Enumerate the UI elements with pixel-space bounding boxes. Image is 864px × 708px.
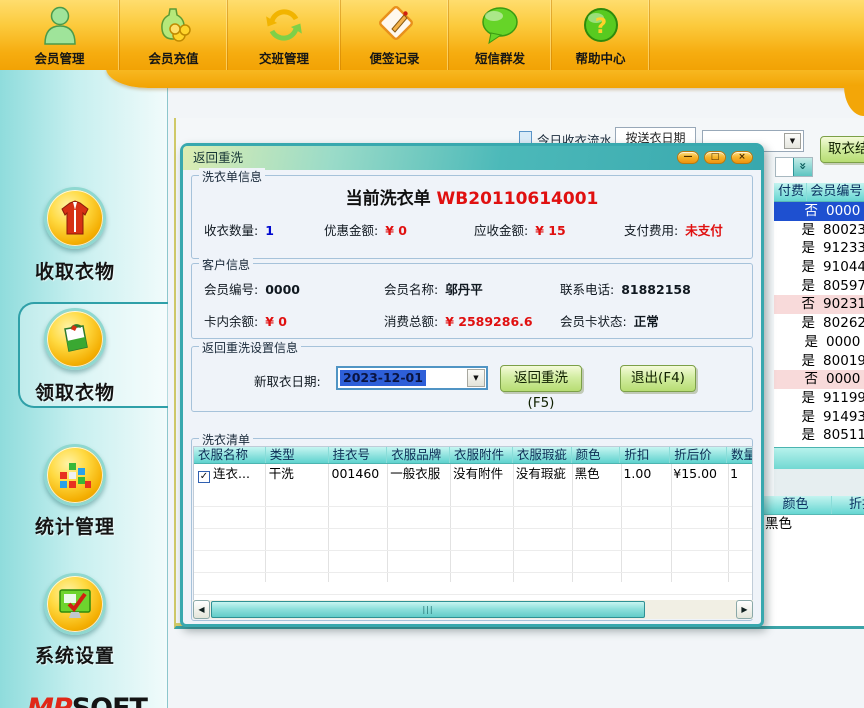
notes-icon [341,3,448,47]
new-pickup-date-label: 新取衣日期: [254,371,321,390]
table-row[interactable]: 是80597 [774,277,864,296]
table-row[interactable]: 是91199 [774,389,864,408]
table-row[interactable]: 是80023 [774,221,864,240]
sms-icon [449,3,551,47]
receive-clothes-icon[interactable] [44,187,106,249]
table-row[interactable]: 是80019 [774,352,864,371]
sidebar: 收取衣物 领取衣物 统计管理 [0,70,168,708]
stats-icon[interactable] [44,444,106,506]
recharge-icon [120,3,227,47]
sidebar-item-system-settings[interactable]: 系统设置 [0,641,150,668]
new-pickup-date-combobox[interactable]: 2023-12-01 ▼ [336,366,488,390]
table-row[interactable]: 是91233 [774,239,864,258]
table-row[interactable]: 否0000 [774,202,864,221]
member-icon [0,3,119,47]
items-table-header: 颜色 折扣 [760,496,864,515]
card-balance-field: 卡内余额:¥ 0 [204,311,287,330]
items-table: 颜色 折扣 黑色 [760,496,864,534]
discount-amount-field: 优惠金额:¥ 0 [324,220,407,239]
member-name-field: 会员名称:邬丹平 [384,279,483,298]
row-checkbox[interactable]: ✓ [198,471,210,483]
toolbar-item-member-manage[interactable]: 会员管理 [0,0,120,70]
redo-wash-button[interactable]: 返回重洗(F5) [500,365,582,392]
redo-settings-group: 返回重洗设置信息 新取衣日期: 2023-12-01 ▼ 返回重洗(F5) 退出… [191,346,753,412]
toolbar-item-member-recharge[interactable]: 会员充值 [120,0,228,70]
pickup-clothes-icon[interactable] [44,308,106,370]
orders-table-header: 付费 会员编号 [774,183,864,202]
settle-pickup-button[interactable]: 取衣结单 [820,136,864,163]
double-chevron-icon[interactable]: » [793,158,812,176]
section-gap [774,469,864,496]
table-row[interactable]: 是91044 [774,258,864,277]
exit-button[interactable]: 退出(F4) [620,365,696,392]
laundry-item-row[interactable]: ✓连衣... 干洗 001460 一般衣服 没有附件 没有瑕疵 黑色 1.00 … [194,464,752,484]
table-row[interactable]: 是91493 [774,408,864,427]
order-info-group: 洗衣单信息 当前洗衣单 WB20110614001 收衣数量:1 优惠金额:¥ … [191,175,753,259]
date-value-selected[interactable]: 2023-12-01 [340,370,426,386]
chevron-down-icon[interactable]: ▼ [784,133,801,149]
sidebar-item-pickup-clothes[interactable]: 领取衣物 [0,378,150,405]
help-icon: ? [552,3,649,47]
table-row[interactable]: 否90231 [774,295,864,314]
receive-count-field: 收衣数量:1 [204,220,274,239]
maximize-button[interactable]: □ [704,151,726,164]
orders-table: 付费 会员编号 否0000 是80023 是91233 是91044 是8059… [774,183,864,464]
table-row[interactable]: 是0000 [774,333,864,352]
sidebar-item-stats-manage[interactable]: 统计管理 [0,512,150,539]
toolbar-band [106,68,864,88]
current-order-heading: 当前洗衣单 WB20110614001 [192,184,752,209]
orders-summary-band [774,447,864,469]
table-row[interactable]: 黑色 [760,515,864,534]
settings-icon[interactable] [44,573,106,635]
date-spinner[interactable]: » [775,157,813,177]
laundry-table: 衣服名称 类型 挂衣号 衣服品牌 衣服附件 衣服瑕疵 颜色 折扣 折后价 数量 … [193,446,753,603]
customer-info-group: 客户信息 会员编号:0000 会员名称:邬丹平 联系电话:81882158 卡内… [191,263,753,339]
scroll-right-icon[interactable]: ▶ [736,600,753,619]
toolbar-item-shift-manage[interactable]: 交班管理 [228,0,341,70]
order-number: WB20110614001 [437,189,599,209]
minimize-button[interactable]: — [677,151,699,164]
card-status-field: 会员卡状态:正常 [560,311,659,330]
redo-wash-dialog: 返回重洗 — □ × 洗衣单信息 当前洗衣单 WB20110614001 收衣数… [180,143,764,627]
shift-icon [228,3,340,47]
close-button[interactable]: × [731,151,753,164]
laundry-list-group: 洗衣清单 衣服名称 类型 挂衣号 衣服品牌 衣服附件 衣服瑕疵 颜色 折扣 折后… [191,438,753,621]
toolbar-item-help[interactable]: ? 帮助中心 [552,0,650,70]
chevron-down-icon[interactable]: ▼ [467,369,485,387]
total-spent-field: 消费总额:¥ 2589286.6 [384,311,533,330]
phone-field: 联系电话:81882158 [560,279,691,298]
table-row[interactable]: 否0000 [774,370,864,389]
svg-text:?: ? [594,14,606,38]
scrollbar-thumb[interactable]: ||| [211,601,645,618]
due-amount-field: 应收金额:¥ 15 [474,220,566,239]
app-window: 会员管理 会员充值 交班管理 [0,0,864,708]
sidebar-item-receive-clothes[interactable]: 收取衣物 [0,257,150,284]
toolbar-item-sms[interactable]: 短信群发 [449,0,552,70]
table-row[interactable]: 是80511 [774,426,864,445]
table-row[interactable]: 是80262 [774,314,864,333]
horizontal-scrollbar: ◀ ||| ▶ [193,600,753,619]
window-controls: — □ × [677,151,753,164]
mpsoft-logo: MPSOFT [12,693,162,708]
toolbar-item-notes[interactable]: 便签记录 [341,0,449,70]
toolbar: 会员管理 会员充值 交班管理 [0,0,864,70]
dialog-titlebar[interactable]: 返回重洗 — □ × [183,146,761,170]
scroll-left-icon[interactable]: ◀ [193,600,210,619]
member-id-field: 会员编号:0000 [204,279,300,298]
toolbar-curl [844,86,864,116]
dialog-title: 返回重洗 [193,146,243,170]
payment-status-field: 支付费用:未支付 [624,220,723,239]
laundry-table-header: 衣服名称 类型 挂衣号 衣服品牌 衣服附件 衣服瑕疵 颜色 折扣 折后价 数量 [194,447,752,464]
